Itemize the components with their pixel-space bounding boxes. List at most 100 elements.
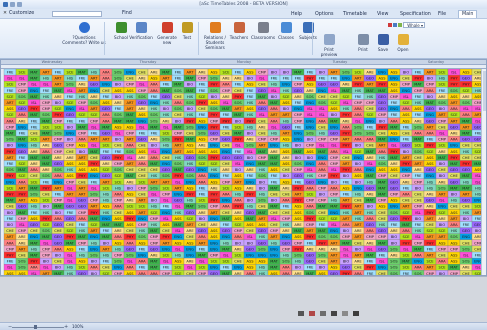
lesson-card[interactable]: HIS [459, 148, 473, 155]
lesson-card[interactable]: CHE [339, 154, 353, 161]
lesson-card[interactable]: ISL [27, 81, 41, 88]
lesson-card[interactable]: SCE [435, 142, 449, 149]
lesson-card[interactable]: HIS [339, 105, 353, 112]
lesson-card[interactable]: PHY [231, 93, 245, 100]
lesson-card[interactable]: PHY [207, 111, 221, 118]
lesson-card[interactable]: CMP [39, 251, 53, 259]
lesson-card[interactable]: PHY [231, 135, 245, 143]
lesson-card[interactable]: HIS [171, 209, 185, 216]
lesson-card[interactable]: FRE [387, 99, 401, 106]
lesson-card[interactable]: GEO [423, 166, 437, 173]
lesson-card[interactable]: PHY [447, 81, 461, 88]
lesson-card[interactable]: ISL [243, 233, 257, 240]
lesson-card[interactable]: CHE [267, 209, 281, 216]
lesson-card[interactable]: ARE [279, 154, 293, 161]
menu-tab-view[interactable]: View [374, 10, 391, 18]
lesson-card[interactable]: SOS [387, 245, 401, 253]
lesson-card[interactable]: ISL [171, 227, 185, 234]
lesson-card[interactable]: PHY [207, 196, 221, 204]
lesson-card[interactable]: MAT [171, 166, 185, 173]
lesson-card[interactable]: GEO [387, 184, 401, 192]
lesson-card[interactable]: ENG [231, 264, 245, 271]
lesson-card[interactable]: SOS [351, 129, 365, 137]
lesson-card[interactable]: BIO [111, 135, 125, 143]
lesson-card[interactable]: ENG [159, 148, 173, 155]
lesson-card[interactable]: MAT [339, 87, 353, 94]
lesson-card[interactable]: ARA [99, 111, 113, 118]
lesson-card[interactable]: SOS [375, 160, 389, 167]
lesson-card[interactable]: HIS [255, 190, 269, 198]
lesson-card[interactable]: SCE [3, 81, 17, 88]
lesson-card[interactable]: ARE [279, 184, 293, 192]
lesson-card[interactable]: MAT [435, 154, 449, 161]
lesson-card[interactable]: ART [135, 209, 149, 216]
lesson-card[interactable]: ARE [303, 245, 317, 253]
lesson-card[interactable]: FRE [159, 264, 173, 271]
lesson-card[interactable]: ART [207, 209, 221, 216]
lesson-card[interactable]: GEO [339, 264, 353, 271]
lesson-card[interactable]: MAT [183, 74, 197, 82]
lesson-card[interactable]: MAT [375, 178, 389, 186]
lesson-card[interactable]: ENG [327, 227, 341, 234]
lesson-card[interactable]: MAT [267, 264, 281, 271]
lesson-card[interactable]: CMP [207, 135, 221, 143]
lesson-card[interactable]: ARA [399, 227, 413, 234]
lesson-card[interactable]: MAT [399, 221, 413, 228]
lesson-card[interactable]: CHE [135, 172, 149, 179]
lesson-card[interactable]: ISL [459, 105, 473, 112]
lesson-card[interactable]: MAT [267, 184, 281, 192]
lesson-card[interactable]: BIO [51, 264, 65, 271]
lesson-card[interactable]: CMP [435, 117, 449, 125]
lesson-card[interactable]: MAT [147, 264, 161, 271]
lesson-card[interactable]: ARA [351, 135, 365, 143]
lesson-card[interactable]: CHE [267, 221, 281, 228]
lesson-card[interactable]: GEO [219, 154, 233, 161]
lesson-card[interactable]: ARA [351, 166, 365, 173]
lesson-card[interactable]: ARA [87, 264, 101, 271]
teachers-button[interactable]: Teachers [228, 22, 250, 40]
lesson-card[interactable]: HIS [255, 166, 269, 173]
lesson-card[interactable]: ART [351, 233, 365, 240]
lesson-card[interactable]: HIS [447, 196, 461, 204]
lesson-card[interactable]: ART [99, 178, 113, 186]
lesson-card[interactable]: SOS [315, 233, 329, 240]
lesson-card[interactable]: CHE [231, 87, 245, 94]
lesson-card[interactable]: MAT [99, 123, 113, 131]
lesson-card[interactable]: MAT [183, 87, 197, 94]
lesson-card[interactable]: ARA [447, 221, 461, 228]
lesson-card[interactable]: CHE [27, 227, 41, 234]
lesson-card[interactable]: FRE [387, 111, 401, 118]
lesson-card[interactable]: ART [447, 99, 461, 106]
lesson-card[interactable]: ENG [363, 117, 377, 125]
lesson-card[interactable]: BIO [411, 184, 425, 192]
lesson-card[interactable]: ARA [171, 99, 185, 106]
lesson-card[interactable]: GEO [159, 93, 173, 100]
lesson-card[interactable]: BIO [303, 135, 317, 143]
lesson-card[interactable]: GEO [375, 227, 389, 234]
lesson-card[interactable]: ART [447, 215, 461, 222]
lesson-card[interactable]: ISL [39, 81, 53, 88]
lesson-card[interactable]: SCE [99, 166, 113, 173]
lesson-card[interactable]: SOS [435, 184, 449, 192]
unscheduled-cards-panel[interactable] [0, 276, 487, 322]
lesson-card[interactable]: CHE [135, 190, 149, 198]
lesson-card[interactable]: ARE [51, 154, 65, 161]
lesson-card[interactable]: FRE [75, 117, 89, 125]
lesson-card[interactable]: FRE [195, 87, 209, 94]
lesson-card[interactable]: SCE [3, 93, 17, 100]
lesson-card[interactable]: CMP [63, 142, 77, 149]
lesson-card[interactable]: ART [123, 135, 137, 143]
lesson-card[interactable]: CMP [375, 111, 389, 118]
lesson-card[interactable]: BIO [243, 196, 257, 204]
lesson-card[interactable]: ART [99, 245, 113, 253]
lesson-card[interactable]: MAT [459, 184, 473, 192]
lesson-card[interactable]: BIO [147, 142, 161, 149]
lesson-card[interactable]: CMP [15, 87, 29, 94]
lesson-card[interactable]: ARA [15, 111, 29, 118]
lesson-card[interactable]: MAT [267, 257, 281, 265]
lesson-card[interactable]: ARE [63, 154, 77, 161]
lesson-card[interactable]: ARA [327, 184, 341, 192]
lesson-card[interactable]: FRE [99, 148, 113, 155]
lesson-card[interactable]: PHY [27, 105, 41, 112]
lesson-card[interactable]: CHE [279, 190, 293, 198]
